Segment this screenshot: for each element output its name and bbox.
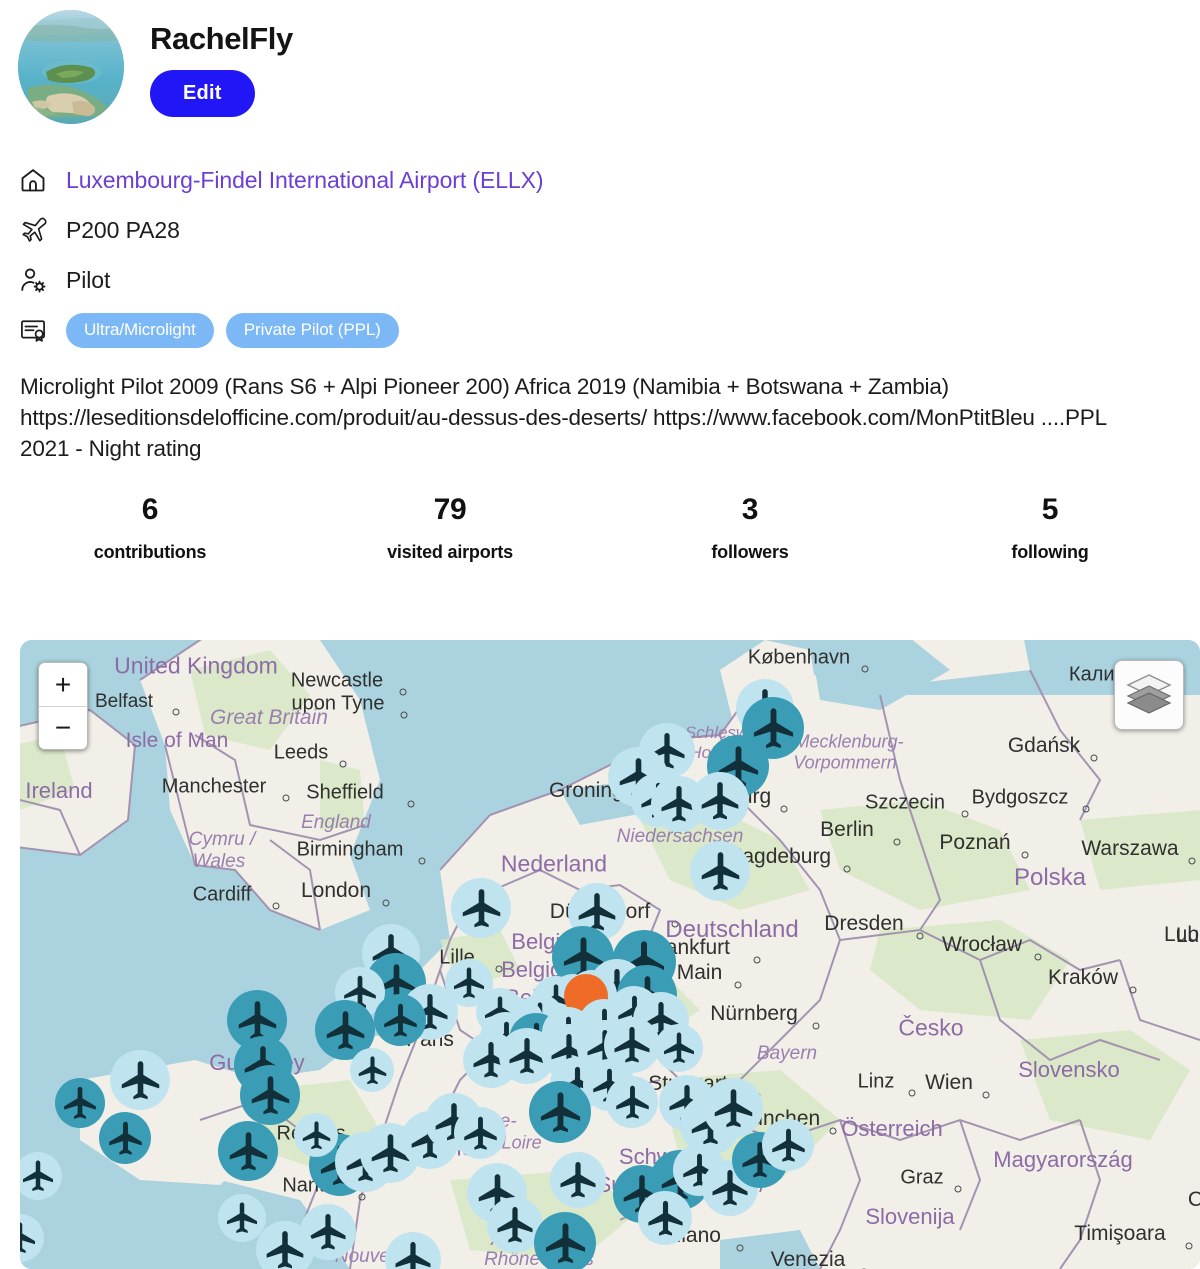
license-badge-private-pilot[interactable]: Private Pilot (PPL) <box>225 312 399 348</box>
edit-button[interactable]: Edit <box>150 70 255 118</box>
airport-marker[interactable] <box>256 1221 314 1269</box>
city-dot <box>272 902 280 910</box>
city-dot <box>908 1089 916 1097</box>
airport-marker[interactable] <box>638 1191 692 1245</box>
city-dot <box>861 665 869 673</box>
stat-following[interactable]: 5 following <box>900 492 1200 563</box>
city-dot <box>407 800 415 808</box>
visited-airports-map[interactable]: United Kingdom Newcastle upon Tyne Belfast G… <box>20 640 1200 1269</box>
stat-visited-airports[interactable]: 79 visited airports <box>300 492 600 563</box>
city-dot <box>495 965 503 973</box>
city-dot <box>1034 953 1042 961</box>
airport-marker[interactable] <box>534 1212 596 1269</box>
stat-value: 3 <box>741 493 759 526</box>
city-dot <box>282 794 290 802</box>
stat-label: visited airports <box>387 542 513 562</box>
airport-marker[interactable] <box>606 1076 658 1128</box>
city-dot <box>671 920 679 928</box>
home-airport-label[interactable]: Luxembourg-Findel International Airport … <box>66 167 543 194</box>
city-dot <box>736 1244 744 1252</box>
license-badges: Ultra/Microlight Private Pilot (PPL) <box>66 312 399 348</box>
city-dot <box>400 711 408 719</box>
city-dot <box>1021 851 1029 859</box>
city-dot <box>1185 1242 1193 1250</box>
zoom-in-button[interactable]: + <box>39 663 87 706</box>
airport-marker[interactable] <box>218 1194 266 1242</box>
city-dot <box>829 1127 837 1135</box>
stat-value: 6 <box>141 493 159 526</box>
airport-marker[interactable] <box>691 772 749 830</box>
city-dot <box>780 805 788 813</box>
profile-header: RachelFly Edit <box>0 0 1200 135</box>
airport-marker[interactable] <box>294 1113 338 1157</box>
map-layers-button[interactable] <box>1114 660 1184 730</box>
header-text: RachelFly Edit <box>150 10 293 118</box>
airport-marker[interactable] <box>240 1065 300 1125</box>
avatar[interactable] <box>18 10 124 124</box>
home-icon <box>18 163 56 197</box>
airport-marker[interactable] <box>55 1078 105 1128</box>
airport-marker[interactable] <box>529 1081 591 1143</box>
license-badge-ultra-microlight[interactable]: Ultra/Microlight <box>66 312 214 348</box>
airport-marker[interactable] <box>20 1152 62 1200</box>
stat-value: 79 <box>433 493 467 526</box>
city-dot <box>418 857 426 865</box>
stat-value: 5 <box>1041 493 1059 526</box>
city-dot <box>961 810 969 818</box>
city-dot <box>399 688 407 696</box>
city-dot <box>954 1185 962 1193</box>
licenses-row: Ultra/Microlight Private Pilot (PPL) <box>18 305 1200 355</box>
zoom-out-button[interactable]: − <box>39 706 87 749</box>
airport-marker[interactable] <box>690 841 750 901</box>
home-airport-row[interactable]: Luxembourg-Findel International Airport … <box>18 155 1200 205</box>
stat-followers[interactable]: 3 followers <box>600 492 900 563</box>
city-dot <box>893 838 901 846</box>
city-dot <box>382 899 390 907</box>
stat-contributions[interactable]: 6 contributions <box>0 492 300 563</box>
airport-marker[interactable] <box>655 1024 703 1072</box>
airplane-icon <box>18 213 56 247</box>
profile-bio: Microlight Pilot 2009 (Rans S6 + Alpi Pi… <box>20 374 1107 461</box>
role-label: Pilot <box>66 266 111 293</box>
airport-marker[interactable] <box>110 1050 170 1110</box>
city-dot <box>339 760 347 768</box>
city-dot <box>812 1022 820 1030</box>
city-dot <box>843 865 851 873</box>
pilot-role-icon <box>18 263 56 297</box>
profile-page: RachelFly Edit Luxembourg-Findel Interna… <box>0 0 1200 1269</box>
airport-marker[interactable] <box>99 1112 151 1164</box>
aircraft-row: P200 PA28 <box>18 205 1200 255</box>
city-dot <box>358 1193 366 1201</box>
city-dot <box>172 708 180 716</box>
airport-marker[interactable] <box>454 1107 506 1159</box>
airport-marker[interactable] <box>451 878 511 938</box>
airport-marker[interactable] <box>445 959 493 1007</box>
stat-label: followers <box>711 542 789 562</box>
city-dot <box>1129 986 1137 994</box>
airport-marker[interactable] <box>374 994 426 1046</box>
airport-marker[interactable] <box>703 1078 763 1138</box>
zoom-control[interactable]: + − <box>38 662 88 750</box>
city-dot <box>982 1091 990 1099</box>
airport-marker[interactable] <box>762 1119 814 1171</box>
page-title: RachelFly <box>150 21 293 56</box>
stat-label: contributions <box>93 542 207 562</box>
profile-info-block: Luxembourg-Findel International Airport … <box>0 135 1200 355</box>
city-dot <box>1188 857 1196 865</box>
airport-marker[interactable] <box>350 1048 394 1092</box>
city-dot <box>916 932 924 940</box>
airport-marker[interactable] <box>550 1152 606 1208</box>
city-dot <box>1090 754 1098 762</box>
role-row: Pilot <box>18 255 1200 305</box>
layers-stack-icon <box>1126 672 1172 719</box>
city-dot <box>734 981 742 989</box>
city-dot <box>753 956 761 964</box>
stat-label: following <box>1011 542 1089 562</box>
certificate-icon <box>18 313 56 347</box>
city-dot <box>1082 805 1090 813</box>
profile-stats: 6 contributions 79 visited airports 3 fo… <box>0 464 1200 563</box>
airport-marker[interactable] <box>218 1121 278 1181</box>
aircraft-label: P200 PA28 <box>66 216 180 243</box>
